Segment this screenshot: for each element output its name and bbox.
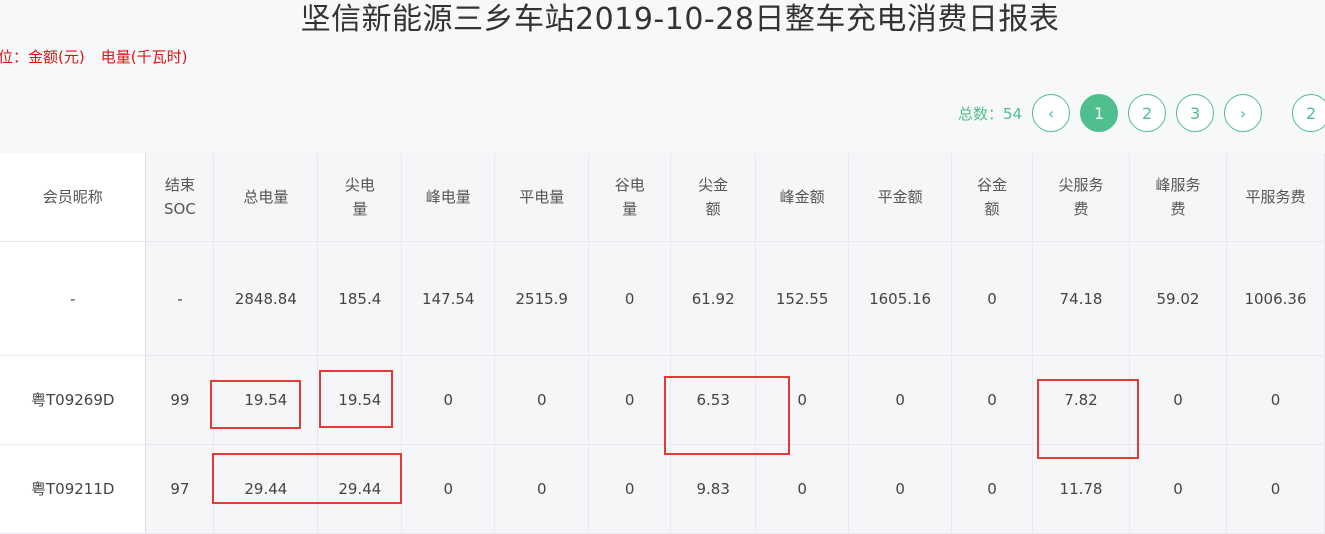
table-cell: 74.18 (1032, 241, 1130, 356)
header-end-soc[interactable]: 结束SOC (145, 153, 215, 242)
table-cell: 61.92 (670, 241, 757, 356)
header-sharp-amount[interactable]: 尖金额 (670, 153, 757, 242)
header-flat-energy[interactable]: 平电量 (494, 153, 590, 242)
table-row-summary: - - 2848.84 185.4 147.54 2515.9 0 61.92 … (0, 241, 1325, 356)
next-page-button[interactable]: › (1224, 94, 1263, 132)
highlight-box (212, 453, 402, 504)
table-cell: 0 (755, 444, 850, 534)
table-header-row: 会员昵称 结束SOC 总电量 尖电量 峰电量 平电量 谷电量 尖金额 峰金额 平… (0, 153, 1325, 242)
energy-unit-label: 电量(千瓦时) (100, 48, 188, 66)
page-button-1[interactable]: 1 (1080, 94, 1119, 132)
unit-note: 位：金额(元) 电量(千瓦时) (0, 46, 187, 67)
header-member-name[interactable]: 会员昵称 (0, 153, 147, 242)
table-cell: 0 (494, 355, 590, 445)
table-cell: - (0, 241, 147, 356)
table-cell: 9.83 (670, 444, 757, 534)
table-cell: 97 (145, 444, 215, 534)
table-cell: 2515.9 (494, 241, 590, 356)
table-cell: 0 (1129, 444, 1227, 534)
table-cell: 0 (401, 444, 496, 534)
report-table: 会员昵称 结束SOC 总电量 尖电量 峰电量 平电量 谷电量 尖金额 峰金额 平… (0, 153, 1325, 534)
page-button-2[interactable]: 2 (1128, 94, 1167, 132)
page-button-3[interactable]: 3 (1176, 94, 1215, 132)
table-cell: 1006.36 (1226, 241, 1325, 356)
table-cell: 粤T09211D (0, 444, 147, 534)
table-cell: - (145, 241, 215, 356)
header-peak-energy[interactable]: 峰电量 (401, 153, 496, 242)
report-title: 坚信新能源三乡车站2019-10-28日整车充电消费日报表 (300, 2, 1060, 37)
header-flat-service-fee[interactable]: 平服务费 (1226, 153, 1325, 242)
chevron-right-icon: › (1239, 103, 1247, 123)
page-jump-button[interactable]: 2 (1292, 94, 1325, 132)
header-peak-service-fee[interactable]: 峰服务费 (1129, 153, 1227, 242)
header-sharp-energy[interactable]: 尖电量 (317, 153, 403, 242)
pagination: 总数：54 ‹ 1 2 3 › 2 (958, 93, 1325, 133)
table-cell: 59.02 (1129, 241, 1227, 356)
header-valley-amount[interactable]: 谷金额 (951, 153, 1034, 242)
table-cell: 185.4 (317, 241, 403, 356)
highlight-box (210, 380, 301, 429)
header-flat-amount[interactable]: 平金额 (848, 153, 953, 242)
highlight-box (664, 376, 790, 455)
header-valley-energy[interactable]: 谷电量 (588, 153, 672, 242)
header-sharp-service-fee[interactable]: 尖服务费 (1032, 153, 1130, 242)
table-cell: 2848.84 (213, 241, 319, 356)
header-peak-amount[interactable]: 峰金额 (755, 153, 850, 242)
table-cell: 152.55 (755, 241, 850, 356)
table-cell: 0 (588, 355, 672, 445)
chevron-left-icon: ‹ (1047, 103, 1055, 123)
table-cell: 147.54 (401, 241, 496, 356)
table-cell: 0 (951, 355, 1034, 445)
table-cell: 0 (848, 444, 953, 534)
table-cell: 0 (588, 241, 672, 356)
unit-label: 位：金额(元) (0, 48, 85, 66)
table-cell: 0 (951, 241, 1034, 356)
prev-page-button[interactable]: ‹ (1032, 94, 1071, 132)
table-cell: 0 (494, 444, 590, 534)
table-cell: 0 (848, 355, 953, 445)
table-cell: 0 (1226, 355, 1325, 445)
header-total-energy[interactable]: 总电量 (213, 153, 319, 242)
highlight-box (1037, 379, 1139, 459)
total-count: 总数：54 (958, 104, 1023, 123)
table-cell: 0 (1129, 355, 1227, 445)
table-cell: 0 (951, 444, 1034, 534)
table-cell: 0 (401, 355, 496, 445)
table-cell: 1605.16 (848, 241, 953, 356)
table-cell: 0 (1226, 444, 1325, 534)
highlight-box (319, 370, 393, 428)
table-cell: 粤T09269D (0, 355, 147, 445)
table-cell: 0 (588, 444, 672, 534)
table-cell: 99 (145, 355, 215, 445)
